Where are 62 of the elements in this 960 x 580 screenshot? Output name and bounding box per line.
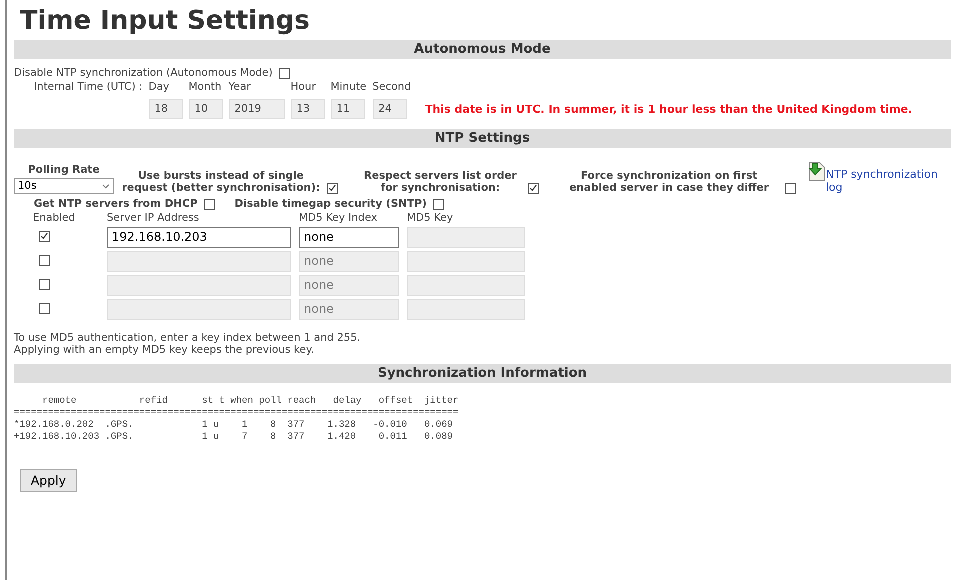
checkbox[interactable]	[432, 198, 444, 210]
key-index-field[interactable]: none	[299, 275, 399, 296]
key-index-field[interactable]: none	[299, 251, 399, 272]
checkbox[interactable]	[39, 254, 50, 266]
option-label: Force synchronization on first enabled server in case they differ	[568, 170, 770, 194]
help-text: Applying with an empty MD5 key keeps the previous key.	[14, 344, 314, 356]
field-label: Month	[188, 81, 222, 93]
key-index-field[interactable]: none	[299, 227, 399, 248]
checkbox[interactable]	[528, 183, 539, 194]
time-field[interactable]: 18	[148, 99, 183, 119]
field-label: Second	[372, 81, 412, 93]
apply-button[interactable]: Apply	[20, 469, 78, 492]
time-field[interactable]: 10	[188, 99, 223, 119]
option-label: Respect servers list order for synchronisation:	[363, 170, 518, 194]
checkbox[interactable]	[327, 183, 338, 194]
sync-info-line: +192.168.10.203 .GPS. 1 u 7 8 377 1.420 0.011 0.089	[14, 431, 454, 443]
checkbox[interactable]	[39, 278, 50, 290]
sync-info-line: *192.168.0.202 .GPS. 1 u 1 8 377 1.328 -0.010 0.069	[14, 419, 454, 431]
column-header: MD5 Key Index	[299, 212, 378, 224]
field-label: Hour	[290, 81, 316, 93]
sync-info-line: ==============================================================================	[14, 407, 460, 419]
server-ip-field[interactable]	[107, 275, 291, 296]
page-title: Time Input Settings	[19, 5, 311, 38]
field-label: Minute	[330, 81, 367, 93]
option-label: Disable timegap security (SNTP)	[234, 198, 427, 210]
chevron-icon	[102, 184, 110, 188]
log-link[interactable]: NTP synchronization log	[826, 168, 951, 194]
time-field[interactable]: 13	[290, 99, 325, 119]
server-ip-field[interactable]	[107, 299, 291, 320]
md5-key-field[interactable]	[407, 227, 525, 248]
help-text: To use MD5 authentication, enter a key index between 1 and 255.	[14, 332, 361, 344]
column-header: MD5 Key	[407, 212, 454, 224]
field-label: Day	[148, 81, 170, 93]
column-header: Server IP Address	[107, 212, 200, 224]
section-header: NTP Settings	[14, 129, 951, 148]
polling-rate-select[interactable]: 10s	[14, 178, 114, 194]
time-field[interactable]: 2019	[228, 99, 285, 119]
time-field[interactable]: 11	[330, 99, 365, 119]
document-download-icon[interactable]	[808, 162, 826, 182]
md5-key-field[interactable]	[407, 275, 525, 296]
server-ip-field[interactable]	[107, 251, 291, 272]
section-header: Autonomous Mode	[14, 40, 951, 59]
server-ip-field[interactable]: 192.168.10.203	[107, 227, 291, 248]
md5-key-field[interactable]	[407, 251, 525, 272]
checkbox[interactable]	[278, 68, 290, 78]
field-label: Year	[228, 81, 251, 93]
field-label: Internal Time (UTC) :	[34, 81, 143, 93]
checkbox[interactable]	[39, 230, 50, 242]
warning-text: This date is in UTC. In summer, it is 1 hour less than the United Kingdom time.	[425, 103, 912, 116]
time-field[interactable]: 24	[372, 99, 407, 119]
sync-info-line: remote refid st t when poll reach delay offset jitter	[42, 395, 460, 407]
key-index-field[interactable]: none	[299, 299, 399, 320]
column-header: Enabled	[33, 212, 76, 224]
option-label: Get NTP servers from DHCP	[34, 198, 198, 210]
checkbox[interactable]	[204, 198, 215, 210]
section-header: Synchronization Information	[14, 364, 951, 383]
md5-key-field[interactable]	[407, 299, 525, 320]
field-label: Polling Rate	[28, 164, 100, 176]
checkbox[interactable]	[39, 302, 50, 314]
checkbox-label: Disable NTP synchronization (Autonomous Mode)	[14, 67, 273, 79]
checkbox[interactable]	[785, 183, 796, 194]
option-label: Use bursts instead of single request (better synchronisation):	[121, 170, 322, 194]
